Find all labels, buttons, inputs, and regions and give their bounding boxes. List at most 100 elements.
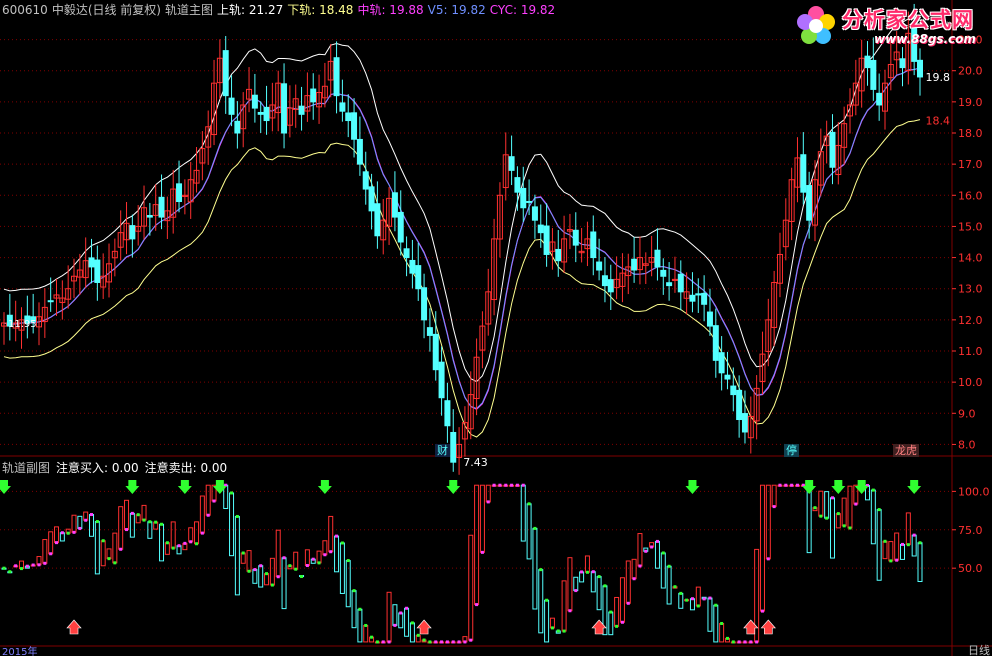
candle-body bbox=[543, 225, 550, 255]
osc-dot bbox=[638, 564, 642, 568]
osc-dot bbox=[165, 541, 169, 545]
osc-dot bbox=[84, 518, 88, 522]
mid-band-value: 中轨: 19.88 bbox=[357, 3, 424, 17]
logo-name: 分析家公式网 bbox=[842, 8, 974, 32]
osc-dot bbox=[405, 606, 409, 610]
osc-dot bbox=[370, 635, 374, 639]
osc-dot bbox=[72, 530, 76, 534]
osc-dot bbox=[154, 520, 158, 524]
sub-tick-label: 50.0 bbox=[958, 562, 983, 575]
osc-dot bbox=[463, 640, 467, 644]
candle-body bbox=[864, 55, 871, 69]
candle-body bbox=[730, 385, 737, 396]
osc-bar bbox=[625, 560, 631, 604]
osc-bar bbox=[54, 526, 60, 544]
osc-dot bbox=[725, 636, 729, 640]
osc-dot bbox=[597, 575, 601, 579]
osc-bar bbox=[479, 484, 485, 553]
candle-body bbox=[508, 156, 515, 171]
osc-dot bbox=[492, 483, 496, 487]
candle-body bbox=[374, 203, 381, 237]
osc-bar bbox=[911, 534, 917, 557]
candle-body bbox=[806, 185, 813, 221]
osc-dot bbox=[609, 610, 613, 614]
osc-dot bbox=[422, 638, 426, 642]
osc-bar bbox=[660, 552, 666, 589]
osc-dot bbox=[743, 640, 747, 644]
candle-body bbox=[450, 431, 457, 463]
osc-dot bbox=[533, 526, 537, 530]
osc-bar bbox=[234, 515, 240, 596]
main-tick-label: 8.0 bbox=[958, 438, 976, 451]
osc-bar bbox=[281, 557, 287, 610]
osc-dot bbox=[842, 524, 846, 528]
osc-dot bbox=[148, 520, 152, 524]
osc-bar bbox=[77, 515, 83, 529]
osc-dot bbox=[644, 549, 648, 553]
osc-dot bbox=[545, 598, 549, 602]
candle-body bbox=[263, 106, 270, 122]
candle-body bbox=[403, 248, 410, 259]
osc-bar bbox=[841, 497, 847, 527]
osc-dot bbox=[276, 575, 280, 579]
osc-dot bbox=[778, 483, 782, 487]
candle-body bbox=[695, 293, 702, 296]
osc-dot bbox=[784, 483, 788, 487]
osc-dot bbox=[445, 640, 449, 644]
sell-arrow-icon bbox=[685, 480, 700, 494]
osc-dot bbox=[49, 552, 53, 556]
osc-bar bbox=[392, 604, 398, 626]
osc-bar bbox=[561, 580, 567, 632]
candle-body bbox=[310, 88, 317, 103]
osc-dot bbox=[247, 569, 251, 573]
tag-ting[interactable]: 停 bbox=[784, 444, 799, 457]
osc-bar bbox=[584, 555, 590, 573]
osc-dot bbox=[585, 570, 589, 574]
osc-dot bbox=[364, 623, 368, 627]
v5-value: V5: 19.82 bbox=[427, 3, 486, 17]
sell-arrow-icon bbox=[802, 480, 817, 494]
candle-body bbox=[899, 58, 906, 69]
candle-body bbox=[689, 294, 696, 302]
tag-cai[interactable]: 财 bbox=[435, 444, 450, 457]
candle-body bbox=[415, 265, 422, 290]
lower-band-value: 下轨: 18.48 bbox=[287, 3, 354, 17]
osc-dot bbox=[200, 531, 204, 535]
first-close-marker: 11.95 bbox=[8, 319, 37, 330]
osc-dot bbox=[119, 547, 123, 551]
osc-dot bbox=[685, 598, 689, 602]
osc-bar bbox=[870, 489, 876, 545]
osc-bar bbox=[829, 497, 835, 559]
osc-dot bbox=[521, 483, 525, 487]
osc-dot bbox=[498, 483, 502, 487]
osc-dot bbox=[230, 491, 234, 495]
osc-dot bbox=[632, 577, 636, 581]
osc-dot bbox=[889, 559, 893, 563]
main-tick-label: 14.0 bbox=[958, 252, 983, 265]
osc-bar bbox=[882, 540, 888, 560]
osc-bar bbox=[345, 560, 351, 608]
osc-bar bbox=[252, 569, 258, 584]
osc-dot bbox=[317, 561, 321, 565]
osc-dot bbox=[562, 629, 566, 633]
osc-dot bbox=[510, 483, 514, 487]
main-tick-label: 15.0 bbox=[958, 220, 983, 233]
main-tick-label: 9.0 bbox=[958, 407, 976, 420]
osc-dot bbox=[871, 488, 875, 492]
main-tick-label: 16.0 bbox=[958, 189, 983, 202]
osc-bar bbox=[100, 540, 106, 567]
low-price-marker: 7.43 bbox=[463, 456, 488, 469]
osc-dot bbox=[311, 557, 315, 561]
osc-dot bbox=[766, 557, 770, 561]
osc-dot bbox=[66, 531, 70, 535]
osc-dot bbox=[335, 534, 339, 538]
osc-bar bbox=[334, 535, 340, 573]
footer-left-label: 2015年 bbox=[2, 645, 37, 656]
osc-bar bbox=[905, 512, 911, 546]
osc-bar bbox=[194, 521, 200, 545]
candle-body bbox=[736, 389, 743, 421]
tag-longhu[interactable]: 龙虎 bbox=[893, 444, 919, 457]
osc-bar bbox=[614, 596, 620, 627]
osc-dot bbox=[358, 607, 362, 611]
sell-arrow-icon bbox=[212, 480, 227, 494]
